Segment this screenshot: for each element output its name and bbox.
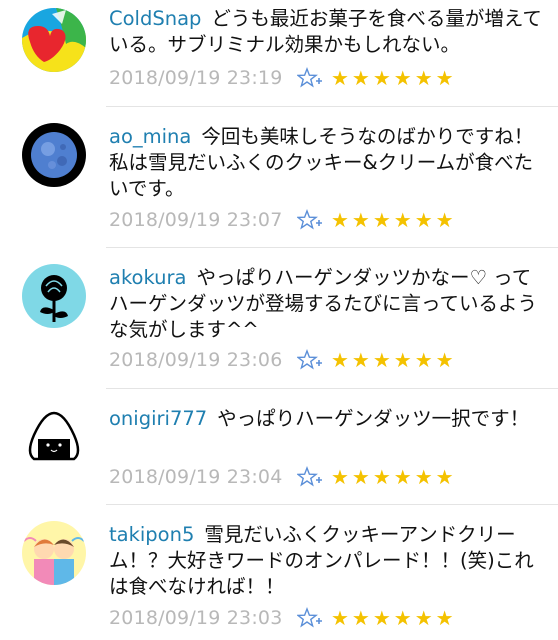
comment-body: onigiri777 やっぱりハーゲンダッツ一択です！ <box>109 406 549 432</box>
star-rating[interactable]: ★★★★★★ <box>331 466 457 488</box>
star-rating[interactable]: ★★★★★★ <box>331 209 457 231</box>
star-rating[interactable]: ★★★★★★ <box>331 349 457 371</box>
add-star-icon[interactable] <box>297 67 323 89</box>
comment-body: ao_mina 今回も美味しそうなのばかりですね！ 私は雪見だいふくのクッキー&ク… <box>109 124 549 202</box>
comment-text: やっぱりハーゲンダッツ一択です！ <box>217 407 530 430</box>
comment-meta: 2018/09/19 23:04 ★★★★★★ <box>109 465 457 489</box>
username-link[interactable]: takipon5 <box>109 523 194 546</box>
comment-body: akokura やっぱりハーゲンダッツかなー♡ ってハーゲンダッツが登場するたびに… <box>109 265 549 343</box>
timestamp[interactable]: 2018/09/19 23:06 <box>109 349 297 371</box>
add-star-icon[interactable] <box>297 607 323 629</box>
timestamp[interactable]: 2018/09/19 23:04 <box>109 466 297 488</box>
colorful-circle-avatar[interactable] <box>22 8 86 72</box>
comment-body: takipon5 雪見だいふくクッキーアンドクリーム！？大好きワードのオンパレード… <box>109 522 549 600</box>
full-moon-avatar[interactable] <box>22 123 86 187</box>
divider <box>106 388 558 389</box>
onigiri-avatar[interactable] <box>22 405 86 469</box>
timestamp[interactable]: 2018/09/19 23:07 <box>109 209 297 231</box>
add-star-icon[interactable] <box>297 209 323 231</box>
divider <box>106 247 558 248</box>
username-link[interactable]: ColdSnap <box>109 7 201 30</box>
add-star-icon[interactable] <box>297 349 323 371</box>
comment-meta: 2018/09/19 23:07 ★★★★★★ <box>109 208 457 232</box>
username-link[interactable]: onigiri777 <box>109 407 207 430</box>
comment-meta: 2018/09/19 23:19 ★★★★★★ <box>109 66 457 90</box>
black-rose-avatar[interactable] <box>22 264 86 328</box>
star-rating[interactable]: ★★★★★★ <box>331 607 457 629</box>
timestamp[interactable]: 2018/09/19 23:19 <box>109 67 297 89</box>
add-star-icon[interactable] <box>297 466 323 488</box>
timestamp[interactable]: 2018/09/19 23:03 <box>109 607 297 629</box>
divider <box>106 106 558 107</box>
comment-body: ColdSnap どうも最近お菓子を食べる量が増えている。サブリミナル効果かもしれ… <box>109 6 549 58</box>
username-link[interactable]: akokura <box>109 266 187 289</box>
comment-meta: 2018/09/19 23:03 ★★★★★★ <box>109 606 457 630</box>
username-link[interactable]: ao_mina <box>109 125 191 148</box>
two-kids-avatar[interactable] <box>22 521 86 585</box>
star-rating[interactable]: ★★★★★★ <box>331 67 457 89</box>
divider <box>106 504 558 505</box>
comment-meta: 2018/09/19 23:06 ★★★★★★ <box>109 348 457 372</box>
